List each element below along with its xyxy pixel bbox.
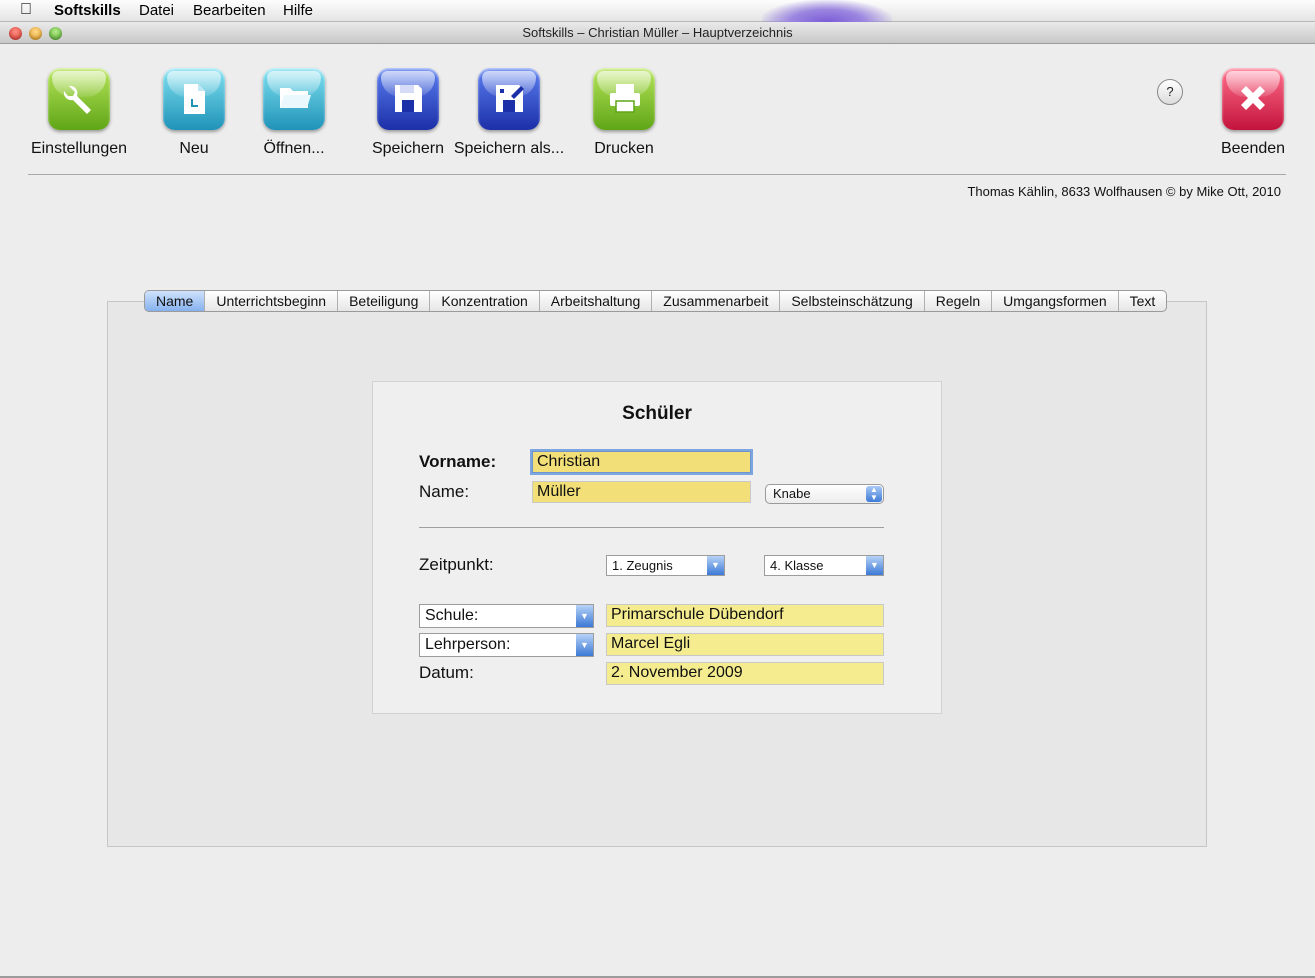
vorname-field[interactable]: Christian <box>532 451 751 473</box>
window-title: Softskills – Christian Müller – Hauptver… <box>522 25 793 40</box>
save-as-label: Speichern als... <box>453 140 565 157</box>
wrench-icon <box>48 68 110 130</box>
help-button[interactable]: ? <box>1157 79 1183 105</box>
printer-icon <box>593 68 655 130</box>
zeugnis-combo-value: 1. Zeugnis <box>612 558 673 573</box>
gender-select-value: Knabe <box>773 486 811 501</box>
tab-umgangsformen[interactable]: Umgangsformen <box>992 291 1119 311</box>
lehrperson-label: Lehrperson: <box>425 636 511 653</box>
floppy-disk-icon <box>377 68 439 130</box>
copyright-text: Thomas Kählin, 8633 Wolfhausen © by Mike… <box>967 184 1281 199</box>
save-as-button[interactable]: Speichern als... <box>452 68 566 158</box>
chevron-down-icon[interactable]: ▼ <box>707 556 724 575</box>
save-button[interactable]: Speichern <box>368 68 448 158</box>
menubar-decoration <box>762 0 892 22</box>
vorname-label: Vorname: <box>419 452 497 471</box>
open-label: Öffnen... <box>263 140 325 157</box>
quit-button[interactable]: Beenden <box>1218 68 1288 158</box>
chevron-down-icon[interactable]: ▼ <box>866 556 883 575</box>
menu-bearbeiten[interactable]: Bearbeiten <box>193 2 266 19</box>
gender-select[interactable]: Knabe ▲ ▼ <box>765 484 884 504</box>
menu-app-name[interactable]: Softskills <box>54 2 121 19</box>
schule-field[interactable]: Primarschule Dübendorf <box>606 604 884 627</box>
tab-text[interactable]: Text <box>1119 291 1167 311</box>
zeitpunkt-label: Zeitpunkt: <box>419 555 494 574</box>
open-button[interactable]: Öffnen... <box>258 68 330 158</box>
folder-icon <box>263 68 325 130</box>
lehrperson-label-combo[interactable]: Lehrperson: ▼ <box>419 633 594 657</box>
apple-icon[interactable]:  <box>20 1 32 19</box>
datum-field[interactable]: 2. November 2009 <box>606 662 884 685</box>
print-label: Drucken <box>594 140 654 157</box>
new-button[interactable]: Neu <box>162 68 226 158</box>
new-document-icon <box>163 68 225 130</box>
form-divider <box>419 527 884 528</box>
tab-regeln[interactable]: Regeln <box>925 291 993 311</box>
tab-zusammenarbeit[interactable]: Zusammenarbeit <box>652 291 781 311</box>
save-label: Speichern <box>371 140 445 157</box>
quit-label: Beenden <box>1220 140 1286 157</box>
window-titlebar: Softskills – Christian Müller – Hauptver… <box>0 22 1315 44</box>
toolbar-divider <box>28 174 1286 175</box>
schule-label-combo[interactable]: Schule: ▼ <box>419 604 594 628</box>
lehrperson-field[interactable]: Marcel Egli <box>606 633 884 656</box>
zeugnis-combo[interactable]: 1. Zeugnis ▼ <box>606 555 725 576</box>
name-field[interactable]: Müller <box>532 481 751 503</box>
updown-arrows-icon: ▲ ▼ <box>866 486 882 502</box>
close-icon <box>1222 68 1284 130</box>
tab-selbsteinschaetzung[interactable]: Selbsteinschätzung <box>780 291 925 311</box>
tab-unterrichtsbeginn[interactable]: Unterrichtsbeginn <box>205 291 339 311</box>
tab-bar: Name Unterrichtsbeginn Beteiligung Konze… <box>144 290 1168 312</box>
menu-hilfe[interactable]: Hilfe <box>283 2 313 19</box>
settings-button[interactable]: Einstellungen <box>28 68 130 158</box>
new-label: Neu <box>179 140 209 157</box>
klasse-combo[interactable]: 4. Klasse ▼ <box>764 555 884 576</box>
klasse-combo-value: 4. Klasse <box>770 558 824 573</box>
print-button[interactable]: Drucken <box>590 68 658 158</box>
name-label: Name: <box>419 482 470 501</box>
schule-label: Schule: <box>425 607 479 624</box>
datum-label: Datum: <box>419 663 474 682</box>
tab-beteiligung[interactable]: Beteiligung <box>338 291 431 311</box>
tab-arbeitshaltung[interactable]: Arbeitshaltung <box>540 291 653 311</box>
form-title: Schüler <box>622 403 692 424</box>
floppy-disk-edit-icon <box>478 68 540 130</box>
chevron-down-icon[interactable]: ▼ <box>576 605 593 627</box>
settings-label: Einstellungen <box>30 140 128 157</box>
tab-konzentration[interactable]: Konzentration <box>430 291 540 311</box>
chevron-down-icon[interactable]: ▼ <box>576 634 593 656</box>
menubar:  Softskills Datei Bearbeiten Hilfe <box>0 0 1315 22</box>
tab-name[interactable]: Name <box>145 291 206 311</box>
menu-datei[interactable]: Datei <box>139 2 174 19</box>
